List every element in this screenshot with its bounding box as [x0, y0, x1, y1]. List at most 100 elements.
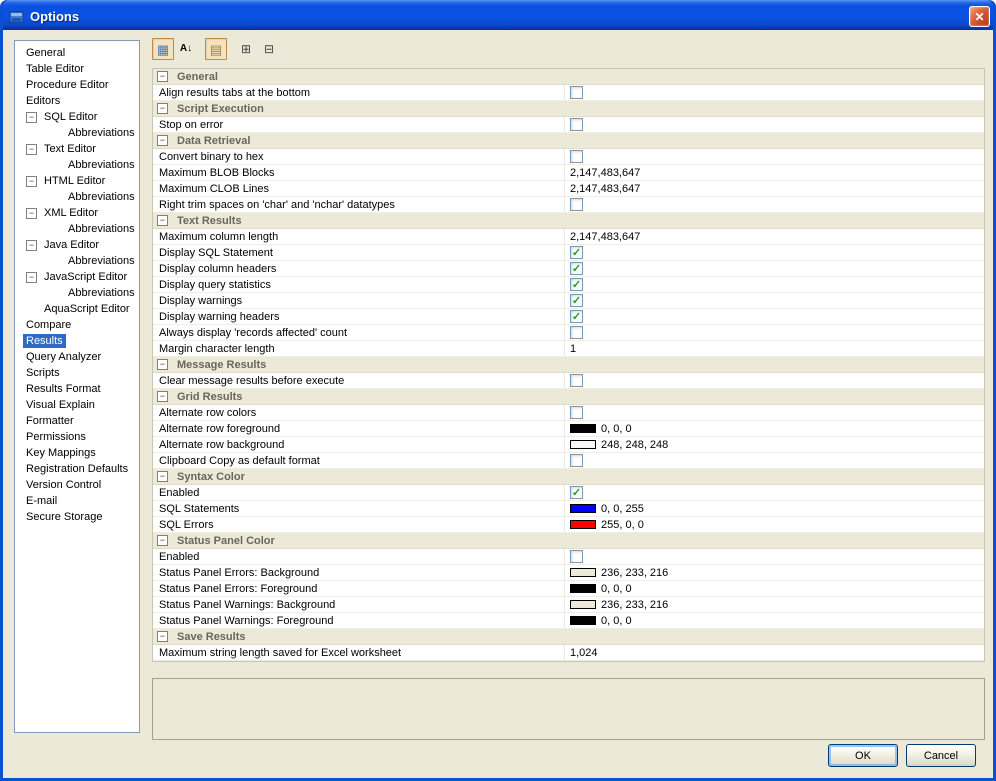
- property-value[interactable]: 2,147,483,647: [565, 181, 984, 196]
- property-value[interactable]: 255, 0, 0: [565, 517, 984, 532]
- property-value[interactable]: ✓: [565, 277, 984, 292]
- titlebar[interactable]: Options ✕: [3, 0, 993, 30]
- sidebar-item-abbreviations[interactable]: Abbreviations: [15, 125, 139, 141]
- checkbox[interactable]: [570, 150, 583, 163]
- checkbox[interactable]: [570, 198, 583, 211]
- cancel-button[interactable]: Cancel: [906, 744, 976, 767]
- collapse-icon[interactable]: −: [157, 631, 168, 642]
- sidebar-item-abbreviations[interactable]: Abbreviations: [15, 221, 139, 237]
- checkbox[interactable]: [570, 550, 583, 563]
- property-label[interactable]: SQL Statements: [153, 501, 565, 516]
- sidebar-item-results-format[interactable]: Results Format: [15, 381, 139, 397]
- collapse-icon[interactable]: −: [157, 535, 168, 546]
- sidebar-item-java-editor[interactable]: − Java Editor: [15, 237, 139, 253]
- collapse-icon[interactable]: −: [26, 271, 37, 283]
- property-label[interactable]: Display warning headers: [153, 309, 565, 324]
- categorized-view-button[interactable]: ▦: [152, 38, 174, 60]
- property-value[interactable]: [565, 405, 984, 420]
- property-label[interactable]: Enabled: [153, 485, 565, 500]
- sidebar-item-general[interactable]: General: [15, 45, 139, 61]
- sidebar-item-abbreviations[interactable]: Abbreviations: [15, 157, 139, 173]
- property-value[interactable]: [565, 197, 984, 212]
- property-value[interactable]: [565, 85, 984, 100]
- collapse-icon[interactable]: −: [26, 111, 37, 123]
- collapse-icon[interactable]: −: [157, 135, 168, 146]
- sidebar-item-registration-defaults[interactable]: Registration Defaults: [15, 461, 139, 477]
- section-header-general[interactable]: − General: [153, 69, 984, 85]
- sidebar-item-sql-editor[interactable]: − SQL Editor: [15, 109, 139, 125]
- property-label[interactable]: Maximum BLOB Blocks: [153, 165, 565, 180]
- section-header-text-results[interactable]: − Text Results: [153, 213, 984, 229]
- sidebar-item-javascript-editor[interactable]: − JavaScript Editor: [15, 269, 139, 285]
- property-label[interactable]: Display warnings: [153, 293, 565, 308]
- sidebar-item-version-control[interactable]: Version Control: [15, 477, 139, 493]
- color-swatch[interactable]: [570, 600, 596, 609]
- collapse-icon[interactable]: −: [26, 239, 37, 251]
- expand-all-button[interactable]: ⊞: [235, 38, 257, 60]
- checkbox[interactable]: ✓: [570, 486, 583, 499]
- checkbox[interactable]: ✓: [570, 246, 583, 259]
- section-header-syntax-color[interactable]: − Syntax Color: [153, 469, 984, 485]
- property-value[interactable]: ✓: [565, 261, 984, 276]
- property-label[interactable]: Status Panel Errors: Foreground: [153, 581, 565, 596]
- property-value[interactable]: 1,024: [565, 645, 984, 660]
- section-header-data-retrieval[interactable]: − Data Retrieval: [153, 133, 984, 149]
- collapse-icon[interactable]: −: [157, 103, 168, 114]
- checkbox[interactable]: [570, 326, 583, 339]
- property-value[interactable]: 1: [565, 341, 984, 356]
- property-value[interactable]: 2,147,483,647: [565, 165, 984, 180]
- property-value[interactable]: 0, 0, 0: [565, 421, 984, 436]
- property-value[interactable]: 2,147,483,647: [565, 229, 984, 244]
- sidebar-item-abbreviations[interactable]: Abbreviations: [15, 189, 139, 205]
- sidebar-item-abbreviations[interactable]: Abbreviations: [15, 285, 139, 301]
- collapse-all-button[interactable]: ⊟: [258, 38, 280, 60]
- checkbox[interactable]: [570, 86, 583, 99]
- property-label[interactable]: Alternate row background: [153, 437, 565, 452]
- property-label[interactable]: Always display 'records affected' count: [153, 325, 565, 340]
- property-label[interactable]: Margin character length: [153, 341, 565, 356]
- sort-alphabetical-button[interactable]: A↓: [175, 38, 197, 60]
- property-label[interactable]: Status Panel Warnings: Background: [153, 597, 565, 612]
- property-label[interactable]: Convert binary to hex: [153, 149, 565, 164]
- property-label[interactable]: Maximum string length saved for Excel wo…: [153, 645, 565, 660]
- property-label[interactable]: Alternate row colors: [153, 405, 565, 420]
- sidebar-item-table-editor[interactable]: Table Editor: [15, 61, 139, 77]
- property-value[interactable]: ✓: [565, 293, 984, 308]
- property-label[interactable]: Stop on error: [153, 117, 565, 132]
- color-swatch[interactable]: [570, 424, 596, 433]
- property-value[interactable]: [565, 549, 984, 564]
- property-value[interactable]: 236, 233, 216: [565, 565, 984, 580]
- property-value[interactable]: 0, 0, 255: [565, 501, 984, 516]
- sidebar-item-key-mappings[interactable]: Key Mappings: [15, 445, 139, 461]
- sidebar-item-procedure-editor[interactable]: Procedure Editor: [15, 77, 139, 93]
- sidebar-item-query-analyzer[interactable]: Query Analyzer: [15, 349, 139, 365]
- section-header-script-execution[interactable]: − Script Execution: [153, 101, 984, 117]
- property-label[interactable]: Status Panel Warnings: Foreground: [153, 613, 565, 628]
- property-label[interactable]: Clipboard Copy as default format: [153, 453, 565, 468]
- color-swatch[interactable]: [570, 440, 596, 449]
- collapse-icon[interactable]: −: [157, 391, 168, 402]
- section-header-status-panel-color[interactable]: − Status Panel Color: [153, 533, 984, 549]
- sidebar-item-editors[interactable]: Editors: [15, 93, 139, 109]
- sidebar-item-xml-editor[interactable]: − XML Editor: [15, 205, 139, 221]
- ok-button[interactable]: OK: [828, 744, 898, 767]
- property-label[interactable]: Maximum column length: [153, 229, 565, 244]
- property-label[interactable]: Enabled: [153, 549, 565, 564]
- sidebar-item-compare[interactable]: Compare: [15, 317, 139, 333]
- property-value[interactable]: 248, 248, 248: [565, 437, 984, 452]
- checkbox[interactable]: ✓: [570, 310, 583, 323]
- property-value[interactable]: 0, 0, 0: [565, 581, 984, 596]
- sidebar-item-html-editor[interactable]: − HTML Editor: [15, 173, 139, 189]
- section-header-grid-results[interactable]: − Grid Results: [153, 389, 984, 405]
- property-value[interactable]: [565, 149, 984, 164]
- collapse-icon[interactable]: −: [26, 143, 37, 155]
- collapse-icon[interactable]: −: [26, 175, 37, 187]
- property-value[interactable]: ✓: [565, 245, 984, 260]
- property-label[interactable]: Display query statistics: [153, 277, 565, 292]
- color-swatch[interactable]: [570, 584, 596, 593]
- property-label[interactable]: Alternate row foreground: [153, 421, 565, 436]
- sidebar-item-permissions[interactable]: Permissions: [15, 429, 139, 445]
- property-label[interactable]: Clear message results before execute: [153, 373, 565, 388]
- sidebar-item-e-mail[interactable]: E-mail: [15, 493, 139, 509]
- checkbox[interactable]: [570, 454, 583, 467]
